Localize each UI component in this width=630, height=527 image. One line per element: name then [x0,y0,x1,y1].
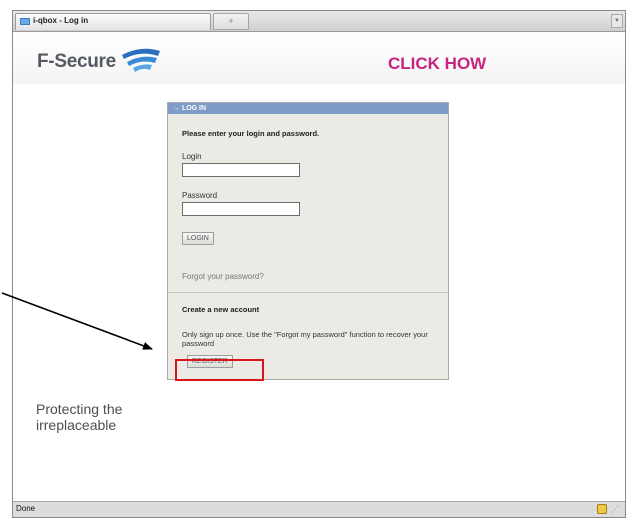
tab-bar: i-qbox - Log in + ▼ [13,11,625,32]
password-label: Password [182,191,218,200]
f-secure-logo-icon [122,48,160,72]
status-text: Done [16,504,36,513]
password-input[interactable] [182,202,300,216]
status-bar: Done ⋰ [13,501,625,517]
login-label: Login [182,152,202,161]
forgot-password-link[interactable]: Forgot your password? [182,272,264,281]
login-input[interactable] [182,163,300,177]
section-divider [168,292,448,293]
register-description: Only sign up once. Use the "Forgot my pa… [182,330,428,348]
tab-title: i-qbox - Log in [33,16,89,25]
register-highlight-box [175,359,264,381]
lock-icon[interactable] [597,504,607,514]
new-tab-button[interactable]: + [213,13,249,30]
panel-title: → LOG IN [168,103,448,114]
tab-menu-chevron-icon[interactable]: ▼ [611,14,623,28]
click-how-annotation: CLICK HOW [388,54,487,73]
browser-window: i-qbox - Log in + ▼ F-Secure CLICK HOW →… [12,10,626,518]
create-account-heading: Create a new account [182,305,260,314]
site-header: F-Secure CLICK HOW [13,32,625,84]
login-button[interactable]: LOGIN [182,232,214,245]
brand-name: F-Secure [37,51,116,72]
resize-grip-icon[interactable]: ⋰ [611,505,619,514]
login-instructions: Please enter your login and password. [182,129,320,138]
tab-i-qbox[interactable]: i-qbox - Log in [15,13,211,30]
login-panel: → LOG IN Please enter your login and pas… [167,102,449,380]
page-favicon-icon [20,18,30,25]
tagline: Protecting the irreplaceable [36,401,123,433]
